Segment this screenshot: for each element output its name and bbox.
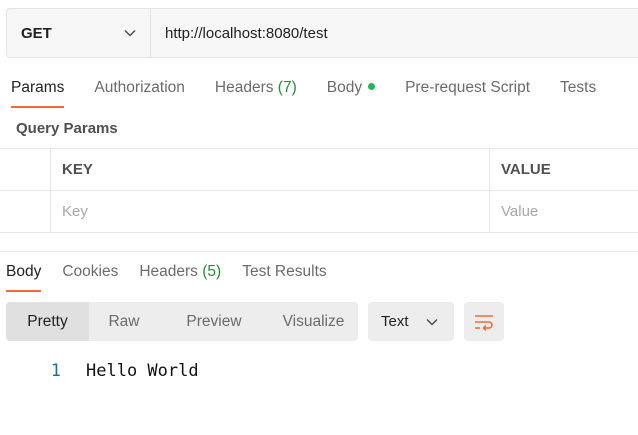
url-input[interactable]: http://localhost:8080/test xyxy=(151,9,638,57)
wrap-lines-button[interactable] xyxy=(464,302,504,341)
chevron-down-icon xyxy=(124,29,136,37)
response-tab-headers-label: Headers xyxy=(139,263,198,280)
response-tab-cookies-label: Cookies xyxy=(62,263,119,280)
tab-tests[interactable]: Tests xyxy=(560,78,596,108)
table-header-row: KEY VALUE xyxy=(0,149,638,191)
tab-params[interactable]: Params xyxy=(11,78,65,108)
response-text: Hello World xyxy=(86,361,199,381)
query-params-title: Query Params xyxy=(16,120,118,137)
line-number: 1 xyxy=(50,361,61,381)
chevron-down-icon xyxy=(426,318,438,326)
row-handle-cell xyxy=(0,149,51,190)
view-visualize-button[interactable]: Visualize xyxy=(269,302,358,341)
tab-headers-label: Headers xyxy=(214,79,274,96)
response-headers-count: (5) xyxy=(202,263,222,280)
tab-headers[interactable]: Headers (7) xyxy=(215,78,297,108)
method-select[interactable]: GET xyxy=(7,9,151,57)
pane-divider[interactable] xyxy=(0,251,638,252)
response-body-line: 1 Hello World xyxy=(0,356,638,386)
value-input[interactable]: Value xyxy=(490,191,638,232)
format-select[interactable]: Text xyxy=(368,302,454,341)
view-raw-button[interactable]: Raw xyxy=(89,302,159,341)
response-tab-body[interactable]: Body xyxy=(6,262,42,292)
tab-authorization-label: Authorization xyxy=(94,79,185,96)
key-column-header: KEY xyxy=(51,149,490,190)
body-indicator-dot xyxy=(368,83,376,91)
tab-pre-request-script[interactable]: Pre-request Script xyxy=(405,78,530,108)
wrap-lines-icon xyxy=(475,314,493,331)
response-tab-test-results-label: Test Results xyxy=(242,263,327,280)
response-tab-headers[interactable]: Headers (5) xyxy=(139,262,221,292)
value-column-header: VALUE xyxy=(501,161,551,178)
response-tab-test-results[interactable]: Test Results xyxy=(242,262,326,292)
method-label: GET xyxy=(21,24,52,42)
table-row: Key Value xyxy=(0,191,638,233)
tab-body[interactable]: Body xyxy=(326,78,376,108)
response-view-selector: Pretty Raw Preview Visualize xyxy=(6,302,358,341)
response-tabs: Body Cookies Headers (5) Test Results xyxy=(6,262,348,292)
tab-body-label: Body xyxy=(326,79,363,96)
response-tab-cookies[interactable]: Cookies xyxy=(62,262,118,292)
tab-authorization[interactable]: Authorization xyxy=(94,78,184,108)
tab-params-label: Params xyxy=(11,79,65,96)
query-params-table: KEY VALUE Key Value xyxy=(0,148,638,233)
request-bar: GET http://localhost:8080/test xyxy=(6,8,638,58)
format-label: Text xyxy=(381,313,409,330)
view-pretty-button[interactable]: Pretty xyxy=(6,302,89,341)
headers-count: (7) xyxy=(277,79,297,96)
tab-tests-label: Tests xyxy=(560,79,597,96)
response-tab-body-label: Body xyxy=(6,263,42,280)
view-preview-button[interactable]: Preview xyxy=(159,302,269,341)
row-checkbox-cell xyxy=(0,191,51,232)
url-text: http://localhost:8080/test xyxy=(165,24,328,42)
request-tabs: Params Authorization Headers (7) Body Pr… xyxy=(11,78,626,108)
key-input[interactable]: Key xyxy=(51,191,490,232)
tab-pre-request-script-label: Pre-request Script xyxy=(405,79,531,96)
